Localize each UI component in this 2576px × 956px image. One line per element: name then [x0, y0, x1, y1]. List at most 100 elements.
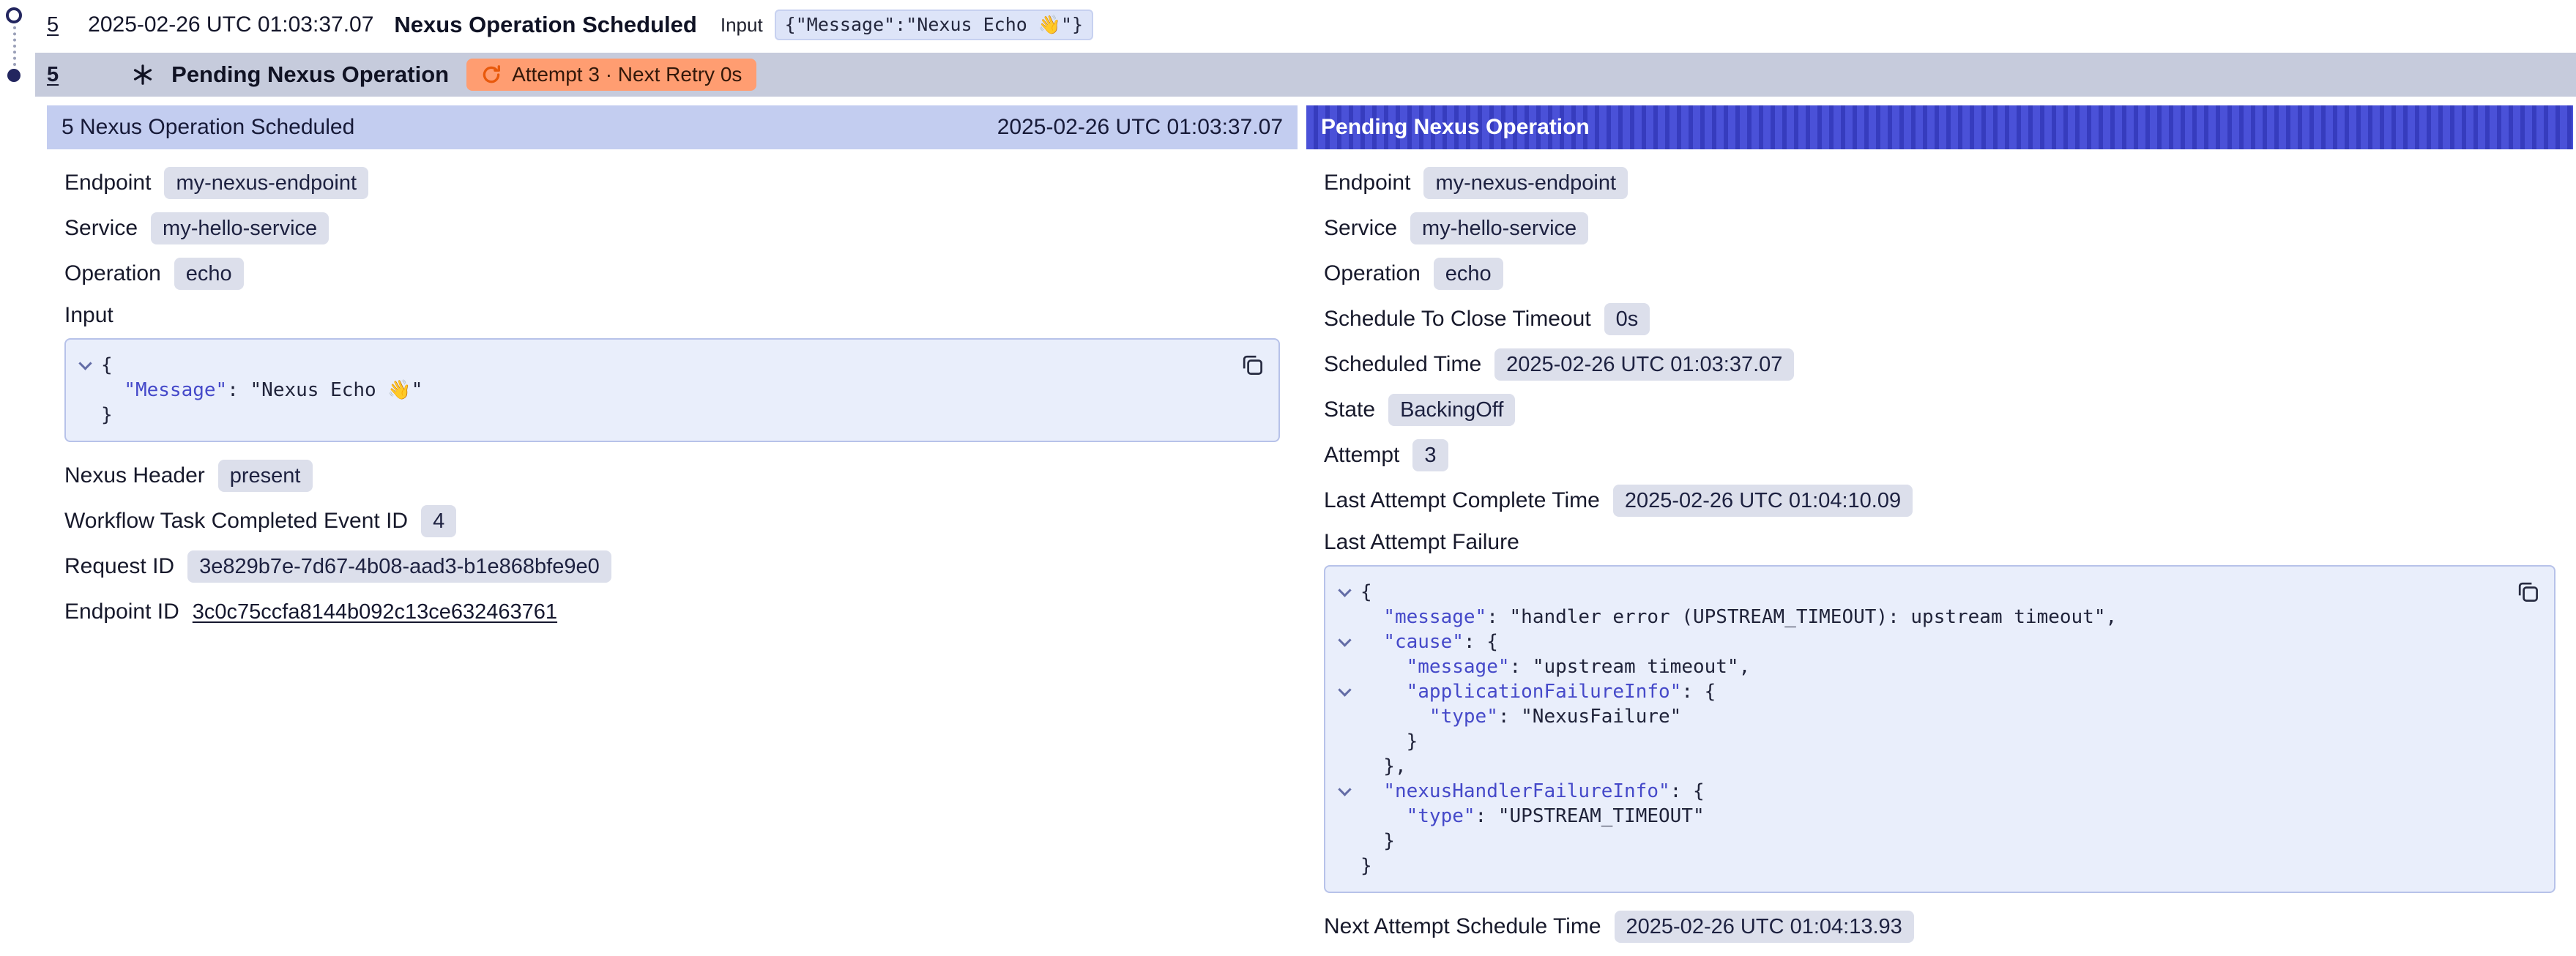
event-history-screen: 5 2025-02-26 UTC 01:03:37.07 Nexus Opera… [0, 0, 2576, 956]
chevron-spacer [1331, 654, 1360, 679]
field-service: Service my-hello-service [1324, 212, 2555, 244]
field-value-badge: 0s [1604, 303, 1650, 335]
collapse-chevron-icon[interactable] [1331, 580, 1360, 605]
field-state: State BackingOff [1324, 394, 2555, 426]
timeline-dashed-line [13, 26, 16, 66]
field-label: Operation [64, 261, 161, 286]
field-value-badge: my-hello-service [151, 212, 329, 244]
code-line: } [1331, 829, 2501, 854]
field-label: Last Attempt Complete Time [1324, 488, 1600, 513]
chevron-spacer [72, 378, 101, 403]
event-row-pending[interactable]: 5 Pending Nexus Operation Attempt 3 · Ne… [35, 53, 2576, 97]
chevron-spacer [1331, 704, 1360, 729]
chevron-spacer [1331, 854, 1360, 878]
input-preview-chip: {"Message":"Nexus Echo 👋"} [775, 10, 1093, 40]
collapse-chevron-icon[interactable] [1331, 630, 1360, 654]
code-line: "Message": "Nexus Echo 👋" [72, 378, 1226, 403]
field-label: Attempt [1324, 443, 1399, 468]
field-label: Endpoint [1324, 171, 1410, 195]
field-label: Service [64, 216, 138, 241]
chevron-spacer [1331, 754, 1360, 779]
retry-badge-text: Attempt 3 · Next Retry 0s [512, 63, 742, 86]
copy-button[interactable] [2514, 578, 2541, 605]
input-section-label: Input [64, 303, 1280, 328]
field-service: Service my-hello-service [64, 212, 1280, 244]
field-operation: Operation echo [64, 258, 1280, 290]
field-label: Scheduled Time [1324, 352, 1481, 377]
event-title: Nexus Operation Scheduled [394, 12, 696, 38]
input-label: Input [721, 14, 763, 37]
pending-panel-body: Endpoint my-nexus-endpoint Service my-he… [1306, 149, 2573, 956]
field-value-badge: 2025-02-26 UTC 01:04:13.93 [1615, 911, 1914, 943]
pending-panel-title: Pending Nexus Operation [1321, 115, 1590, 140]
code-line: } [1331, 854, 2501, 878]
field-label: Endpoint [64, 171, 151, 195]
field-label: Schedule To Close Timeout [1324, 307, 1591, 332]
json-viewer-failure: { "message": "handler error (UPSTREAM_TI… [1324, 565, 2555, 893]
field-value-badge: 4 [421, 505, 456, 537]
field-value-badge: BackingOff [1388, 394, 1515, 426]
code-line: "message": "upstream timeout", [1331, 654, 2501, 679]
field-label: Nexus Header [64, 463, 205, 488]
field-workflow-task-completed-event-id: Workflow Task Completed Event ID 4 [64, 505, 1280, 537]
collapse-chevron-icon[interactable] [72, 353, 101, 378]
code-line: "cause": { [1331, 630, 2501, 654]
field-value-badge: my-nexus-endpoint [1423, 167, 1628, 199]
code-line: } [1331, 729, 2501, 754]
field-label: Request ID [64, 554, 174, 579]
field-value-badge: echo [1434, 258, 1503, 290]
field-label: State [1324, 397, 1375, 422]
code-line: "nexusHandlerFailureInfo": { [1331, 779, 2501, 804]
pending-event-title: Pending Nexus Operation [171, 61, 449, 88]
field-value-badge: present [218, 460, 313, 492]
field-next-attempt-schedule-time: Next Attempt Schedule Time 2025-02-26 UT… [1324, 911, 2555, 943]
field-endpoint: Endpoint my-nexus-endpoint [64, 167, 1280, 199]
field-value-badge: 3e829b7e-7d67-4b08-aad3-b1e868bfe9e0 [187, 550, 611, 583]
field-value-badge: echo [174, 258, 244, 290]
field-label: Next Attempt Schedule Time [1324, 914, 1601, 939]
field-label: Operation [1324, 261, 1421, 286]
field-label: Endpoint ID [64, 600, 179, 624]
field-attempt: Attempt 3 [1324, 439, 2555, 471]
copy-icon [2514, 578, 2541, 605]
field-endpoint: Endpoint my-nexus-endpoint [1324, 167, 2555, 199]
pending-panel-header[interactable]: Pending Nexus Operation [1306, 105, 2573, 149]
code-line: "type": "NexusFailure" [1331, 704, 2501, 729]
event-id-link[interactable]: 5 [47, 63, 59, 87]
endpoint-id-link[interactable]: 3c0c75ccfa8144b092c13ce632463761 [193, 600, 557, 624]
copy-button[interactable] [1239, 351, 1265, 378]
field-value-badge: my-hello-service [1410, 212, 1588, 244]
retry-badge: Attempt 3 · Next Retry 0s [466, 59, 756, 91]
field-endpoint-id: Endpoint ID 3c0c75ccfa8144b092c13ce63246… [64, 596, 1280, 628]
scheduled-panel-header[interactable]: 5 Nexus Operation Scheduled 2025-02-26 U… [47, 105, 1298, 149]
field-last-attempt-complete-time: Last Attempt Complete Time 2025-02-26 UT… [1324, 485, 2555, 517]
code-line: "applicationFailureInfo": { [1331, 679, 2501, 704]
field-value-badge: my-nexus-endpoint [164, 167, 368, 199]
content-column: 5 2025-02-26 UTC 01:03:37.07 Nexus Opera… [35, 0, 2576, 956]
field-value-badge: 2025-02-26 UTC 01:03:37.07 [1494, 348, 1794, 381]
copy-icon [1239, 351, 1265, 378]
event-row-scheduled[interactable]: 5 2025-02-26 UTC 01:03:37.07 Nexus Opera… [35, 0, 2576, 50]
code-line: { [1331, 580, 2501, 605]
code-line: }, [1331, 754, 2501, 779]
collapse-chevron-icon[interactable] [1331, 679, 1360, 704]
chevron-spacer [72, 403, 101, 427]
scheduled-panel-timestamp: 2025-02-26 UTC 01:03:37.07 [997, 115, 1283, 140]
field-operation: Operation echo [1324, 258, 2555, 290]
timeline-gutter [0, 0, 35, 956]
code-line: } [72, 403, 1226, 427]
field-nexus-header: Nexus Header present [64, 460, 1280, 492]
timeline-dot-icon [7, 69, 21, 82]
scheduled-panel-body: Endpoint my-nexus-endpoint Service my-he… [47, 149, 1298, 956]
chevron-spacer [1331, 605, 1360, 630]
json-viewer-input: { "Message": "Nexus Echo 👋"} [64, 338, 1280, 442]
event-id-link[interactable]: 5 [47, 13, 59, 37]
field-schedule-to-close-timeout: Schedule To Close Timeout 0s [1324, 303, 2555, 335]
scheduled-panel-title: 5 Nexus Operation Scheduled [62, 115, 354, 140]
field-label: Workflow Task Completed Event ID [64, 509, 408, 534]
collapse-chevron-icon[interactable] [1331, 779, 1360, 804]
pending-operation-panel: Pending Nexus Operation Endpoint my-nexu… [1306, 105, 2573, 956]
failure-section-label: Last Attempt Failure [1324, 530, 2555, 555]
chevron-spacer [1331, 729, 1360, 754]
chevron-spacer [1331, 829, 1360, 854]
